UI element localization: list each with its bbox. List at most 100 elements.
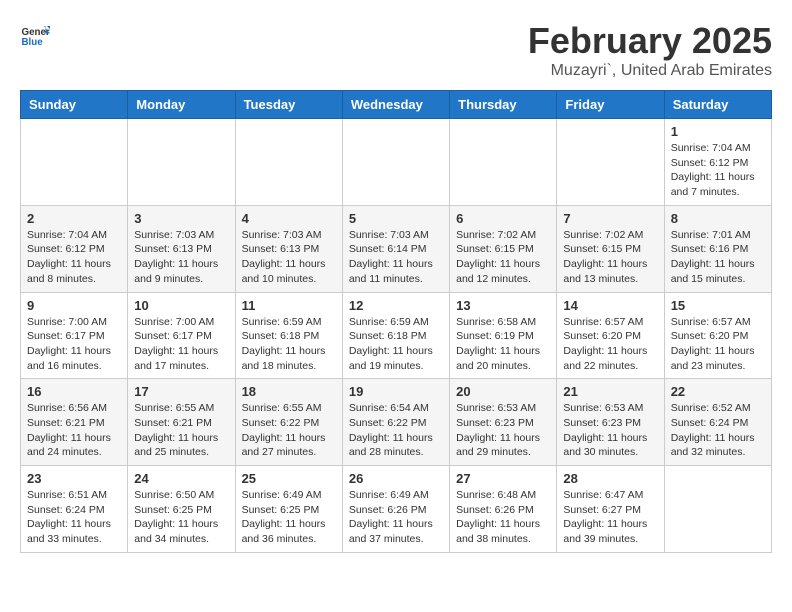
day-cell: 5 Sunrise: 7:03 AM Sunset: 6:14 PM Daylig… <box>342 205 449 292</box>
month-year-title: February 2025 <box>528 20 772 62</box>
calendar-table: SundayMondayTuesdayWednesdayThursdayFrid… <box>20 90 772 553</box>
day-number: 25 <box>242 471 336 486</box>
day-number: 26 <box>349 471 443 486</box>
weekday-header-thursday: Thursday <box>450 91 557 119</box>
day-info: Sunrise: 6:54 AM Sunset: 6:22 PM Dayligh… <box>349 401 443 460</box>
day-cell: 19 Sunrise: 6:54 AM Sunset: 6:22 PM Dayli… <box>342 379 449 466</box>
day-cell: 10 Sunrise: 7:00 AM Sunset: 6:17 PM Dayli… <box>128 292 235 379</box>
day-cell <box>450 119 557 206</box>
day-number: 5 <box>349 211 443 226</box>
day-cell: 1Sunrise: 7:04 AM Sunset: 6:12 PM Daylig… <box>664 119 771 206</box>
week-row-4: 16 Sunrise: 6:56 AM Sunset: 6:21 PM Dayli… <box>21 379 772 466</box>
week-row-5: 23 Sunrise: 6:51 AM Sunset: 6:24 PM Dayli… <box>21 466 772 553</box>
day-cell: 22Sunrise: 6:52 AM Sunset: 6:24 PM Dayli… <box>664 379 771 466</box>
day-number: 28 <box>563 471 657 486</box>
day-info: Sunrise: 6:49 AM Sunset: 6:25 PM Dayligh… <box>242 488 336 547</box>
day-cell <box>21 119 128 206</box>
day-number: 12 <box>349 298 443 313</box>
day-number: 15 <box>671 298 765 313</box>
weekday-header-friday: Friday <box>557 91 664 119</box>
day-info: Sunrise: 7:00 AM Sunset: 6:17 PM Dayligh… <box>134 315 228 374</box>
day-cell: 27 Sunrise: 6:48 AM Sunset: 6:26 PM Dayli… <box>450 466 557 553</box>
day-cell: 14Sunrise: 6:57 AM Sunset: 6:20 PM Dayli… <box>557 292 664 379</box>
logo: General Blue <box>20 20 50 50</box>
day-number: 9 <box>27 298 121 313</box>
day-info: Sunrise: 6:55 AM Sunset: 6:21 PM Dayligh… <box>134 401 228 460</box>
weekday-header-row: SundayMondayTuesdayWednesdayThursdayFrid… <box>21 91 772 119</box>
day-info: Sunrise: 6:56 AM Sunset: 6:21 PM Dayligh… <box>27 401 121 460</box>
day-cell: 25 Sunrise: 6:49 AM Sunset: 6:25 PM Dayli… <box>235 466 342 553</box>
day-number: 18 <box>242 384 336 399</box>
weekday-header-saturday: Saturday <box>664 91 771 119</box>
day-cell <box>557 119 664 206</box>
day-number: 20 <box>456 384 550 399</box>
day-cell: 23 Sunrise: 6:51 AM Sunset: 6:24 PM Dayli… <box>21 466 128 553</box>
day-cell <box>235 119 342 206</box>
day-cell: 26Sunrise: 6:49 AM Sunset: 6:26 PM Dayli… <box>342 466 449 553</box>
day-info: Sunrise: 6:48 AM Sunset: 6:26 PM Dayligh… <box>456 488 550 547</box>
day-info: Sunrise: 7:01 AM Sunset: 6:16 PM Dayligh… <box>671 228 765 287</box>
week-row-2: 2 Sunrise: 7:04 AM Sunset: 6:12 PM Daylig… <box>21 205 772 292</box>
day-info: Sunrise: 7:02 AM Sunset: 6:15 PM Dayligh… <box>563 228 657 287</box>
day-cell: 15 Sunrise: 6:57 AM Sunset: 6:20 PM Dayli… <box>664 292 771 379</box>
day-number: 7 <box>563 211 657 226</box>
day-cell: 6Sunrise: 7:02 AM Sunset: 6:15 PM Daylig… <box>450 205 557 292</box>
day-cell: 16 Sunrise: 6:56 AM Sunset: 6:21 PM Dayli… <box>21 379 128 466</box>
day-number: 27 <box>456 471 550 486</box>
day-cell: 8 Sunrise: 7:01 AM Sunset: 6:16 PM Daylig… <box>664 205 771 292</box>
day-number: 8 <box>671 211 765 226</box>
day-cell <box>342 119 449 206</box>
day-info: Sunrise: 7:03 AM Sunset: 6:13 PM Dayligh… <box>134 228 228 287</box>
day-number: 4 <box>242 211 336 226</box>
day-info: Sunrise: 6:59 AM Sunset: 6:18 PM Dayligh… <box>349 315 443 374</box>
page-header: General Blue February 2025 Muzayri`, Uni… <box>20 20 772 80</box>
day-info: Sunrise: 6:52 AM Sunset: 6:24 PM Dayligh… <box>671 401 765 460</box>
weekday-header-tuesday: Tuesday <box>235 91 342 119</box>
day-info: Sunrise: 6:58 AM Sunset: 6:19 PM Dayligh… <box>456 315 550 374</box>
day-cell: 20 Sunrise: 6:53 AM Sunset: 6:23 PM Dayli… <box>450 379 557 466</box>
weekday-header-sunday: Sunday <box>21 91 128 119</box>
day-cell: 3 Sunrise: 7:03 AM Sunset: 6:13 PM Daylig… <box>128 205 235 292</box>
day-cell: 21 Sunrise: 6:53 AM Sunset: 6:23 PM Dayli… <box>557 379 664 466</box>
svg-text:Blue: Blue <box>22 37 44 48</box>
day-number: 6 <box>456 211 550 226</box>
day-number: 3 <box>134 211 228 226</box>
weekday-header-monday: Monday <box>128 91 235 119</box>
title-section: February 2025 Muzayri`, United Arab Emir… <box>528 20 772 80</box>
day-info: Sunrise: 7:04 AM Sunset: 6:12 PM Dayligh… <box>27 228 121 287</box>
day-cell: 18 Sunrise: 6:55 AM Sunset: 6:22 PM Dayli… <box>235 379 342 466</box>
weekday-header-wednesday: Wednesday <box>342 91 449 119</box>
day-info: Sunrise: 6:51 AM Sunset: 6:24 PM Dayligh… <box>27 488 121 547</box>
day-info: Sunrise: 7:03 AM Sunset: 6:13 PM Dayligh… <box>242 228 336 287</box>
day-cell <box>128 119 235 206</box>
day-number: 16 <box>27 384 121 399</box>
day-cell: 12 Sunrise: 6:59 AM Sunset: 6:18 PM Dayli… <box>342 292 449 379</box>
day-info: Sunrise: 6:59 AM Sunset: 6:18 PM Dayligh… <box>242 315 336 374</box>
day-info: Sunrise: 6:47 AM Sunset: 6:27 PM Dayligh… <box>563 488 657 547</box>
day-number: 24 <box>134 471 228 486</box>
day-number: 10 <box>134 298 228 313</box>
logo-icon: General Blue <box>20 20 50 50</box>
day-info: Sunrise: 6:53 AM Sunset: 6:23 PM Dayligh… <box>456 401 550 460</box>
day-info: Sunrise: 6:57 AM Sunset: 6:20 PM Dayligh… <box>671 315 765 374</box>
day-number: 2 <box>27 211 121 226</box>
location-subtitle: Muzayri`, United Arab Emirates <box>528 62 772 80</box>
day-cell <box>664 466 771 553</box>
day-info: Sunrise: 6:53 AM Sunset: 6:23 PM Dayligh… <box>563 401 657 460</box>
day-number: 17 <box>134 384 228 399</box>
day-number: 13 <box>456 298 550 313</box>
day-info: Sunrise: 7:03 AM Sunset: 6:14 PM Dayligh… <box>349 228 443 287</box>
day-cell: 28 Sunrise: 6:47 AM Sunset: 6:27 PM Dayli… <box>557 466 664 553</box>
day-info: Sunrise: 6:55 AM Sunset: 6:22 PM Dayligh… <box>242 401 336 460</box>
day-number: 21 <box>563 384 657 399</box>
day-info: Sunrise: 7:04 AM Sunset: 6:12 PM Dayligh… <box>671 141 765 200</box>
day-cell: 4 Sunrise: 7:03 AM Sunset: 6:13 PM Daylig… <box>235 205 342 292</box>
day-cell: 11Sunrise: 6:59 AM Sunset: 6:18 PM Dayli… <box>235 292 342 379</box>
day-number: 14 <box>563 298 657 313</box>
day-cell: 9 Sunrise: 7:00 AM Sunset: 6:17 PM Daylig… <box>21 292 128 379</box>
day-number: 19 <box>349 384 443 399</box>
day-cell: 2 Sunrise: 7:04 AM Sunset: 6:12 PM Daylig… <box>21 205 128 292</box>
day-info: Sunrise: 7:00 AM Sunset: 6:17 PM Dayligh… <box>27 315 121 374</box>
day-info: Sunrise: 6:50 AM Sunset: 6:25 PM Dayligh… <box>134 488 228 547</box>
day-number: 23 <box>27 471 121 486</box>
